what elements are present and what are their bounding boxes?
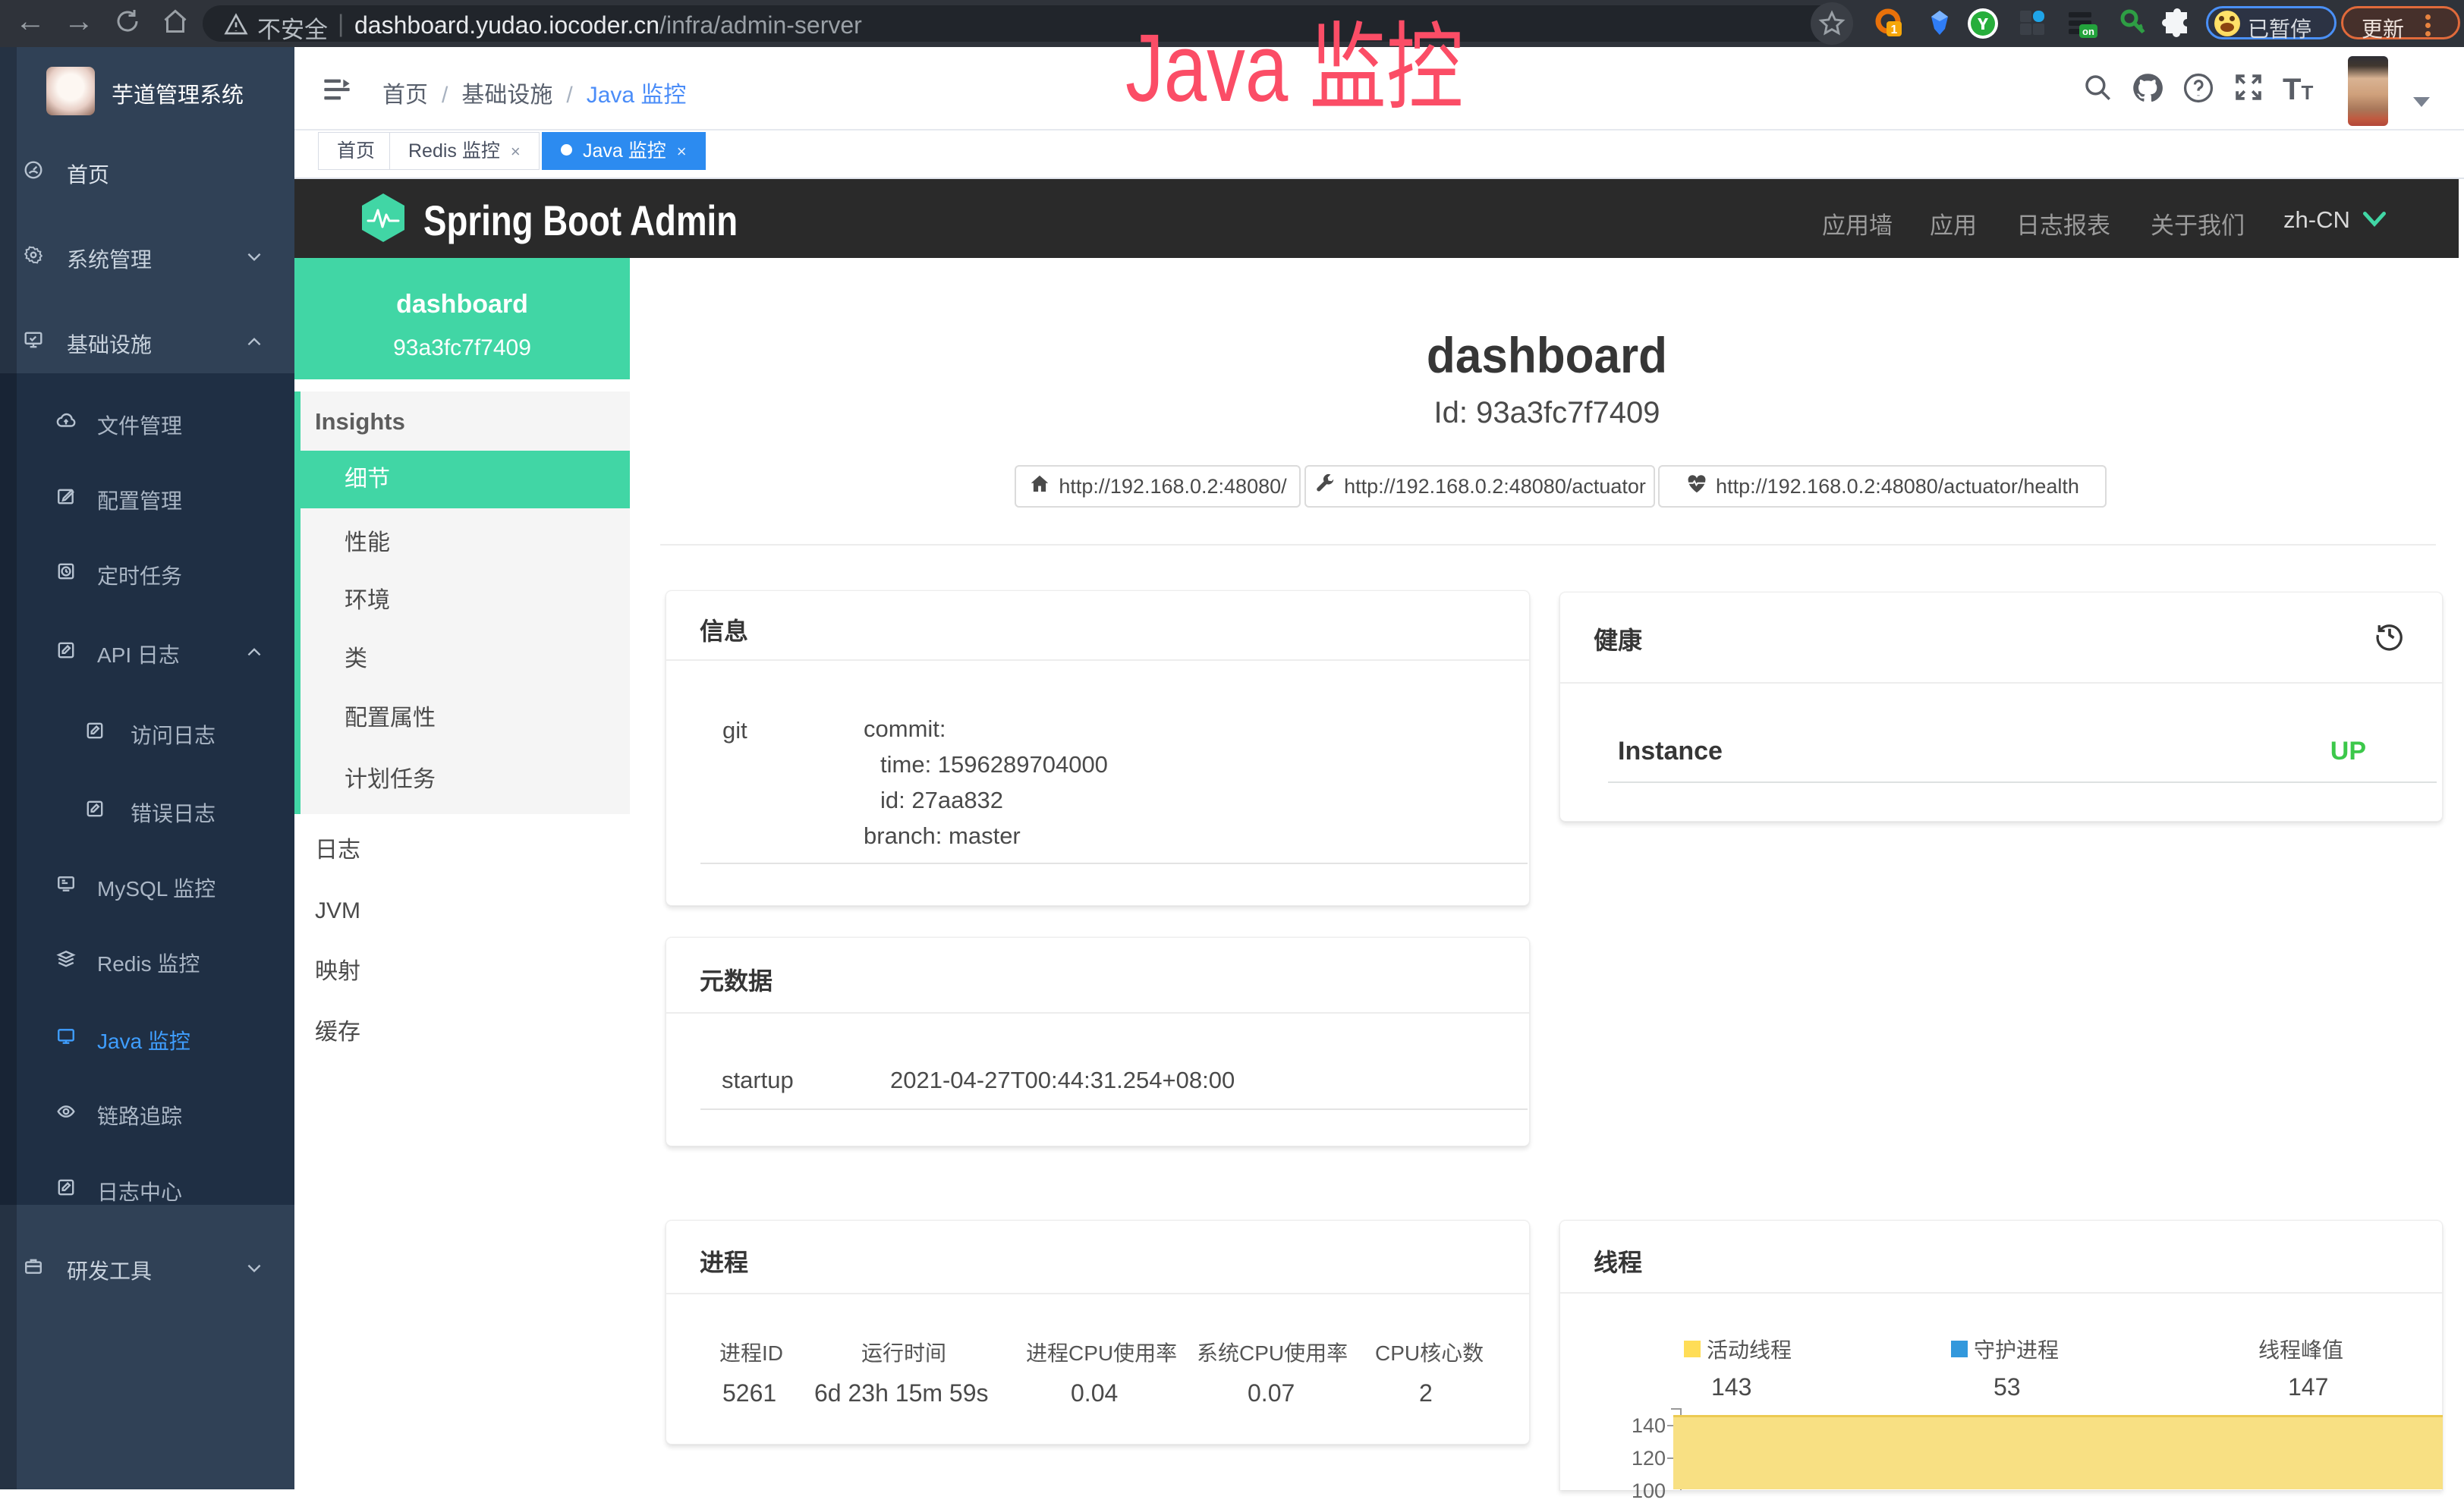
svg-text:on: on: [2082, 26, 2094, 37]
svg-text:1: 1: [1891, 24, 1898, 36]
